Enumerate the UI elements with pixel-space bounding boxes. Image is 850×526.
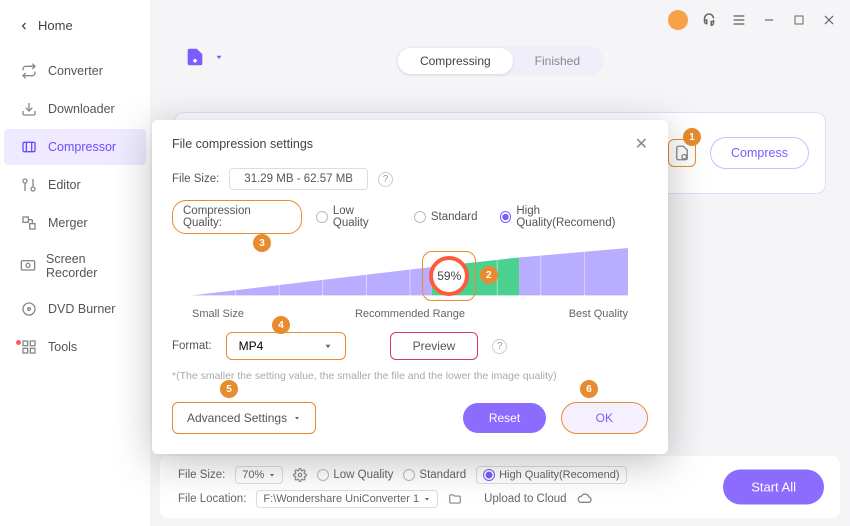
add-file-icon[interactable]	[184, 46, 206, 68]
modal-close-icon[interactable]: ✕	[635, 134, 648, 154]
avatar[interactable]	[668, 10, 688, 30]
sidebar-item-label: Screen Recorder	[46, 252, 130, 280]
sidebar-item-screen-recorder[interactable]: Screen Recorder	[4, 243, 146, 289]
format-label: Format:	[172, 340, 212, 352]
status-tabs: Compressing Finished	[396, 46, 604, 76]
screen-recorder-icon	[20, 257, 36, 275]
tools-icon	[20, 338, 38, 356]
sidebar-item-downloader[interactable]: Downloader	[4, 91, 146, 127]
slider-label-left: Small Size	[192, 308, 244, 320]
compression-settings-modal: File compression settings ✕ File Size: 3…	[152, 120, 668, 454]
menu-icon[interactable]	[730, 11, 748, 29]
sidebar-item-label: DVD Burner	[48, 302, 115, 316]
format-dropdown[interactable]: MP4	[226, 332, 346, 360]
radio-low-quality[interactable]: Low Quality	[316, 205, 392, 229]
chevron-down-icon	[293, 414, 301, 422]
footer-location-select[interactable]: F:\Wondershare UniConverter 1	[256, 490, 438, 508]
back-button[interactable]: Home	[0, 8, 150, 43]
folder-icon[interactable]	[448, 492, 462, 506]
chevron-down-icon	[323, 341, 333, 351]
help-icon[interactable]: ?	[378, 172, 393, 187]
slider-label-center: Recommended Range	[355, 308, 465, 320]
footer-radio-high[interactable]: High Quality(Recomend)	[476, 466, 626, 484]
cloud-icon[interactable]	[577, 491, 593, 507]
sidebar-item-label: Editor	[48, 178, 81, 192]
compressor-icon	[20, 138, 38, 156]
sidebar-item-tools[interactable]: Tools	[4, 329, 146, 365]
compress-button[interactable]: Compress	[710, 137, 809, 169]
sidebar-item-label: Tools	[48, 340, 77, 354]
support-icon[interactable]	[700, 11, 718, 29]
badge-2: 2	[480, 266, 498, 284]
help-icon[interactable]: ?	[492, 339, 507, 354]
footer-radio-standard[interactable]: Standard	[403, 469, 466, 481]
modal-title: File compression settings	[172, 137, 313, 151]
hint-text: *(The smaller the setting value, the sma…	[172, 370, 648, 382]
slider-label-right: Best Quality	[569, 308, 628, 320]
footer-filesize-label: File Size:	[178, 469, 225, 481]
slider-wedge	[192, 248, 628, 301]
settings-page-icon[interactable]: 1	[668, 139, 696, 167]
badge-6: 6	[580, 380, 598, 398]
preview-button[interactable]: Preview	[390, 332, 479, 360]
filesize-label: File Size:	[172, 173, 219, 185]
badge-1: 1	[683, 128, 701, 146]
slider-handle[interactable]: 59%	[429, 256, 469, 296]
start-all-button[interactable]: Start All	[723, 470, 824, 505]
sidebar-item-converter[interactable]: Converter	[4, 53, 146, 89]
converter-icon	[20, 62, 38, 80]
filesize-value: 31.29 MB - 62.57 MB	[229, 168, 368, 190]
downloader-icon	[20, 100, 38, 118]
compression-quality-label: Compression Quality:	[172, 200, 302, 234]
editor-icon	[20, 176, 38, 194]
notification-dot	[16, 340, 21, 345]
tab-compressing[interactable]: Compressing	[398, 48, 513, 74]
quality-slider[interactable]: 59% 3 2	[192, 248, 628, 304]
sidebar-item-editor[interactable]: Editor	[4, 167, 146, 203]
chevron-left-icon	[18, 20, 30, 32]
close-icon[interactable]	[820, 11, 838, 29]
sidebar: Home Converter Downloader Compressor Edi…	[0, 0, 150, 526]
sidebar-item-label: Merger	[48, 216, 88, 230]
sidebar-item-label: Compressor	[48, 140, 116, 154]
badge-5: 5	[220, 380, 238, 398]
badge-4: 4	[272, 316, 290, 334]
sidebar-item-label: Downloader	[48, 102, 115, 116]
sidebar-item-label: Converter	[48, 64, 103, 78]
tab-finished[interactable]: Finished	[513, 48, 602, 74]
chevron-down-icon[interactable]	[214, 52, 224, 62]
radio-standard[interactable]: Standard	[414, 211, 478, 223]
dvd-burner-icon	[20, 300, 38, 318]
gear-icon[interactable]	[293, 468, 307, 482]
sidebar-item-compressor[interactable]: Compressor	[4, 129, 146, 165]
radio-high-quality[interactable]: High Quality(Recomend)	[500, 205, 640, 229]
footer-location-label: File Location:	[178, 493, 246, 505]
footer-radio-low[interactable]: Low Quality	[317, 469, 393, 481]
reset-button[interactable]: Reset	[463, 403, 546, 433]
sidebar-item-dvd-burner[interactable]: DVD Burner	[4, 291, 146, 327]
maximize-icon[interactable]	[790, 11, 808, 29]
back-label: Home	[38, 18, 73, 33]
ok-button[interactable]: OK	[561, 402, 648, 434]
badge-3: 3	[253, 234, 271, 252]
footer-filesize-select[interactable]: 70%	[235, 466, 283, 484]
footer-bar: File Size: 70% Low Quality Standard High…	[160, 456, 840, 518]
minimize-icon[interactable]	[760, 11, 778, 29]
advanced-settings-button[interactable]: Advanced Settings	[172, 402, 316, 434]
merger-icon	[20, 214, 38, 232]
footer-upload-label: Upload to Cloud	[484, 493, 566, 505]
sidebar-item-merger[interactable]: Merger	[4, 205, 146, 241]
